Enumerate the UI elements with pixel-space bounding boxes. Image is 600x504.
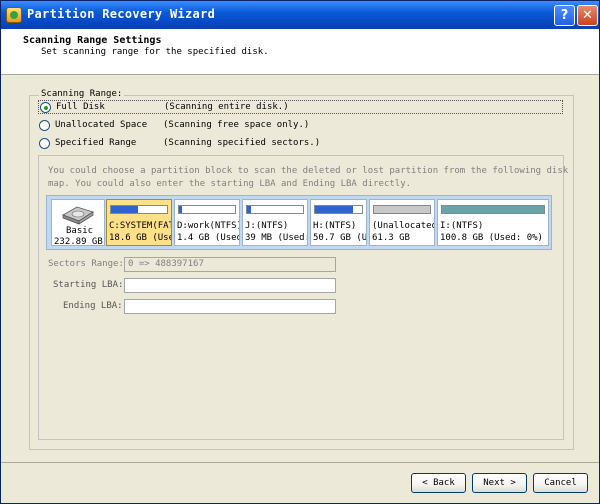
app-icon xyxy=(6,7,22,23)
sectors-range-field: 0 => 488397167 xyxy=(124,257,336,272)
wizard-header: Scanning Range Settings Set scanning ran… xyxy=(1,29,599,75)
back-button[interactable]: < Back xyxy=(411,473,466,493)
radio-button[interactable] xyxy=(39,138,50,149)
radio-full-disk[interactable]: Full Disk (Scanning entire disk.) xyxy=(38,100,563,114)
radio-unallocated-space[interactable]: Unallocated Space (Scanning free space o… xyxy=(38,119,563,133)
partition-usage-bar xyxy=(246,205,304,214)
instructions-line-2: map. You could also enter the starting L… xyxy=(48,179,412,189)
partition-label: I:(NTFS) xyxy=(440,221,484,231)
partition-usage-bar xyxy=(178,205,236,214)
partition-size: 50.7 GB (Used: 80%) xyxy=(313,233,367,243)
disk-size: 232.89 GB xyxy=(54,237,103,247)
instructions-line-1: You could choose a partition block to sc… xyxy=(48,166,569,176)
starting-lba-input[interactable] xyxy=(124,278,336,293)
radio-description: (Scanning free space only.) xyxy=(163,120,310,130)
partition-usage-fill xyxy=(315,206,353,213)
radio-description: (Scanning entire disk.) xyxy=(164,102,289,112)
partition-block-h[interactable]: H:(NTFS) 50.7 GB (Used: 80%) xyxy=(310,199,367,246)
partition-block-d[interactable]: D:work(NTFS) 1.4 GB (Used: 5%) xyxy=(174,199,240,246)
partition-size: 18.6 GB (Used: 48%) xyxy=(109,233,171,243)
partition-usage-bar xyxy=(110,205,168,214)
help-button[interactable]: ? xyxy=(554,5,575,26)
radio-label: Full Disk xyxy=(56,102,105,112)
partition-size: 100.8 GB (Used: 0%) xyxy=(440,233,543,243)
partition-label: J:(NTFS) xyxy=(245,221,289,231)
hard-disk-icon xyxy=(62,206,94,225)
partition-usage-fill xyxy=(247,206,252,213)
scanning-range-legend: Scanning Range: xyxy=(39,89,125,99)
wizard-window: Partition Recovery Wizard ? ✕ Scanning R… xyxy=(0,0,600,504)
partition-block-unallocated[interactable]: (Unallocated) 61.3 GB xyxy=(369,199,435,246)
radio-specified-range[interactable]: Specified Range (Scanning specified sect… xyxy=(38,137,563,151)
cancel-button[interactable]: Cancel xyxy=(533,473,588,493)
next-button[interactable]: Next > xyxy=(472,473,527,493)
footer-divider xyxy=(1,462,599,463)
partition-size: 39 MB (Used: 8%) xyxy=(245,233,308,243)
ending-lba-input[interactable] xyxy=(124,299,336,314)
partition-usage-bar xyxy=(373,205,431,214)
partition-label: (Unallocated) xyxy=(372,221,434,231)
partition-label: C:SYSTEM(FAT32) xyxy=(109,221,171,231)
partition-size: 61.3 GB xyxy=(372,233,410,243)
partition-usage-bar xyxy=(441,205,545,214)
partition-label: H:(NTFS) xyxy=(313,221,357,231)
partition-label: D:work(NTFS) xyxy=(177,221,240,231)
partition-size: 1.4 GB (Used: 5%) xyxy=(177,233,239,243)
page-title: Scanning Range Settings xyxy=(23,35,162,46)
sectors-range-label: Sectors Range: xyxy=(48,259,124,269)
starting-lba-label: Starting LBA: xyxy=(53,280,124,290)
partition-usage-fill xyxy=(179,206,182,213)
title-bar[interactable]: Partition Recovery Wizard ? ✕ xyxy=(1,1,599,29)
radio-label: Unallocated Space xyxy=(55,120,148,130)
disk-map: Basic 232.89 GB C:SYSTEM(FAT32) 18.6 GB … xyxy=(46,195,552,250)
disk-type: Basic xyxy=(66,226,94,236)
radio-label: Specified Range xyxy=(55,138,137,148)
partition-usage-fill xyxy=(111,206,138,213)
partition-block-i[interactable]: I:(NTFS) 100.8 GB (Used: 0%) xyxy=(437,199,549,246)
close-button[interactable]: ✕ xyxy=(577,5,598,26)
partition-block-j[interactable]: J:(NTFS) 39 MB (Used: 8%) xyxy=(242,199,308,246)
radio-button[interactable] xyxy=(40,102,51,113)
radio-description: (Scanning specified sectors.) xyxy=(163,138,321,148)
radio-button[interactable] xyxy=(39,120,50,131)
partition-block-c[interactable]: C:SYSTEM(FAT32) 18.6 GB (Used: 48%) xyxy=(106,199,172,246)
partition-usage-bar xyxy=(314,205,363,214)
window-title: Partition Recovery Wizard xyxy=(27,7,216,21)
disk-block[interactable]: Basic 232.89 GB xyxy=(51,199,105,247)
ending-lba-label: Ending LBA: xyxy=(63,301,123,311)
page-subtitle: Set scanning range for the specified dis… xyxy=(41,47,269,57)
